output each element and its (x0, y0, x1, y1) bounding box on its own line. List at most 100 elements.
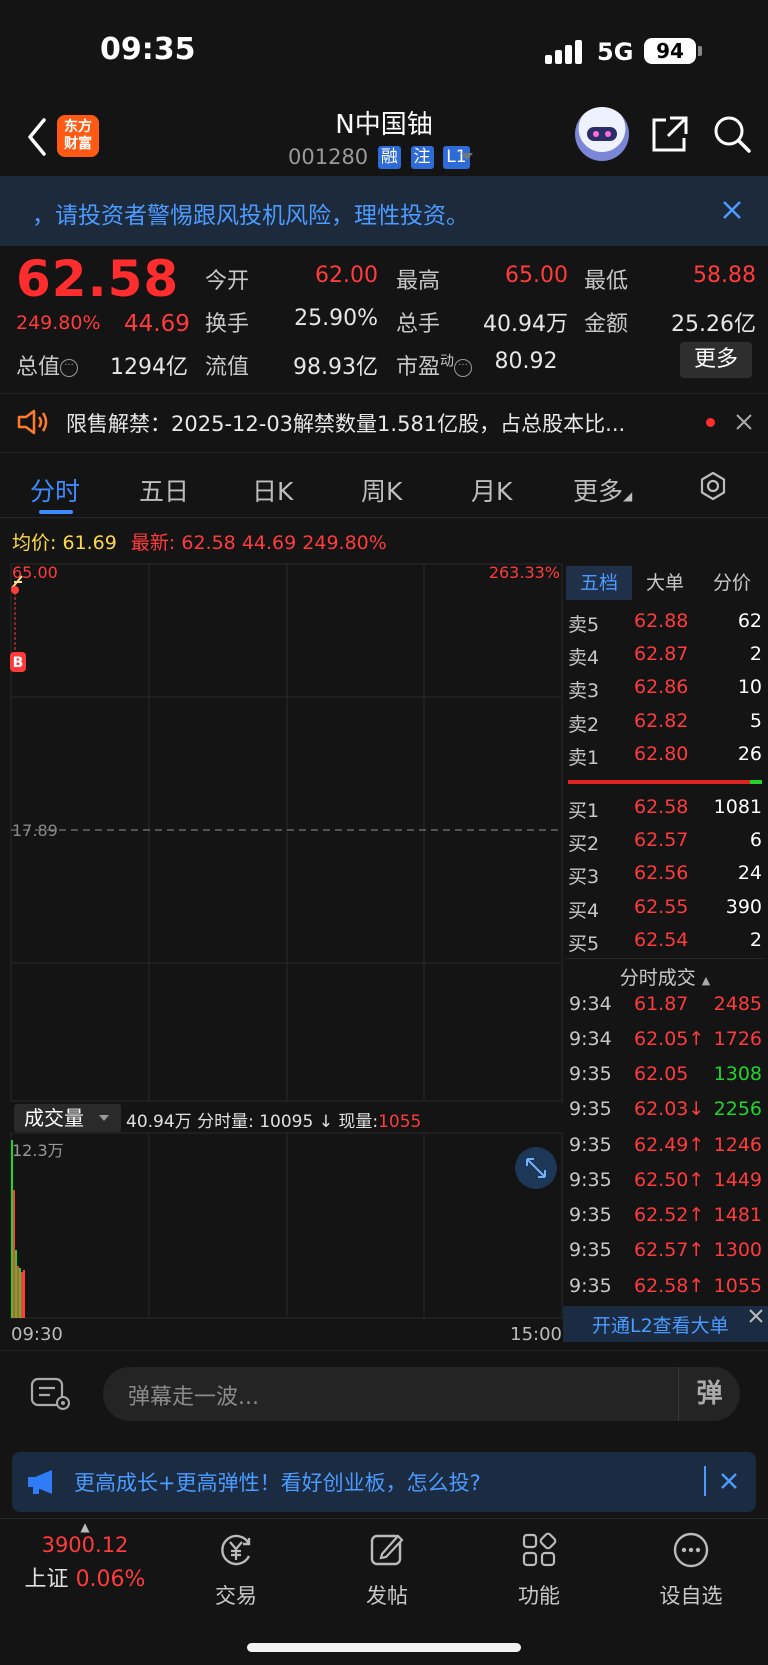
tick-row: 9:35 62.03↓ 2256 (569, 1098, 764, 1130)
more-circle-icon (673, 1532, 709, 1568)
current-volume-label: 现量: (338, 1112, 379, 1132)
avg-value: 61.69 (62, 532, 117, 554)
time-start-label: 09:30 (11, 1324, 63, 1345)
tab-price-distribution[interactable]: 分价 (698, 566, 766, 600)
intraday-info-line: 均价: 61.69 最新: 62.58 44.69 249.80% (12, 528, 387, 555)
tick-row: 9:35 62.58↑ 1055 (569, 1275, 764, 1307)
megaphone-icon (28, 1470, 52, 1494)
last-value: 62.58 (181, 532, 236, 554)
avg-label: 均价: (12, 532, 57, 554)
ask-row: 卖4 62.87 2 (568, 643, 764, 675)
stock-name[interactable]: N中国铀 (230, 104, 538, 141)
nav-trade[interactable]: 交易 (176, 1530, 296, 1610)
tick-row: 9:35 62.05 1308 (569, 1063, 764, 1095)
time-end-label: 15:00 (510, 1324, 562, 1345)
expand-icon (526, 1158, 546, 1178)
bid-label: 买4 (568, 900, 600, 922)
ask-volume: 62 (737, 610, 762, 632)
l2-upsell-link[interactable]: 开通L2查看大单 (592, 1311, 729, 1338)
mktcap-label[interactable]: 总值 ··· (16, 349, 79, 381)
tab-intraday[interactable]: 分时 (30, 472, 80, 508)
orderbook-tabs: 五档 大单 分价 (566, 566, 766, 600)
bid-price: 62.56 (634, 862, 689, 884)
caret-down-icon[interactable] (461, 153, 473, 160)
bid-volume: 390 (725, 896, 762, 918)
ask-volume: 2 (749, 643, 762, 665)
low-label: 最低 (584, 269, 629, 294)
tab-five-day[interactable]: 五日 (139, 472, 189, 508)
ask-row: 卖3 62.86 10 (568, 676, 764, 708)
current-volume: 1055 (378, 1112, 422, 1132)
ask-price: 62.82 (634, 710, 689, 732)
l2-close-button[interactable] (746, 1306, 766, 1326)
tab-weekly-k[interactable]: 周K (361, 472, 402, 508)
risk-warning-text: ，请投资者警惕跟风投机风险，理性投资。 (32, 203, 469, 229)
index-ticker[interactable]: ▲ 3900.12 上证 0.06% (10, 1521, 160, 1593)
tick-trades-title: 分时成交 (619, 967, 696, 989)
top-pct-label: 263.33% (489, 563, 560, 582)
notice-close-button[interactable] (732, 410, 756, 434)
search-button[interactable] (712, 114, 752, 154)
nav-functions-label: 功能 (518, 1584, 560, 1608)
registration-tag: 注 (410, 146, 434, 169)
danmu-send-button[interactable]: 弹 (678, 1367, 740, 1421)
bid-ask-ratio-bar-green (750, 780, 762, 784)
turnover-value: 25.90% (294, 306, 378, 331)
tick-row: 9:34 61.87 2485 (569, 993, 764, 1025)
ask-row: 卖2 62.82 5 (568, 710, 764, 742)
turnover-label: 换手 (205, 312, 250, 337)
nav-add-watchlist[interactable]: 设自选 (631, 1530, 751, 1610)
tick-volume: 2256 (713, 1098, 762, 1120)
unlock-notice-text[interactable]: 限售解禁：2025-12-03解禁数量1.581亿股，占总股本比... (66, 408, 625, 438)
mktcap-value: 1294亿 (110, 355, 188, 380)
tick-price: 62.03↓ (634, 1098, 705, 1120)
grid-icon (522, 1532, 557, 1567)
chart-settings-button[interactable] (697, 470, 729, 502)
stock-code-row[interactable]: 001280 融 注 L1 (288, 145, 470, 169)
bid-row: 买3 62.56 24 (568, 862, 764, 894)
ask-row: 卖1 62.80 26 (568, 743, 764, 775)
promo-close-button[interactable] (718, 1470, 740, 1492)
volume-bar (21, 1272, 23, 1318)
promo-text[interactable]: 更高成长+更高弹性！看好创业板，怎么投? (74, 1467, 481, 1497)
ask-label: 卖5 (568, 614, 600, 636)
index-name: 上证 (24, 1567, 69, 1592)
last-pct: 249.80% (302, 532, 387, 554)
back-button[interactable] (22, 112, 52, 162)
open-label: 今开 (205, 269, 250, 294)
ask-volume: 26 (737, 743, 762, 765)
risk-banner-close-button[interactable] (718, 196, 746, 224)
volume-bars (11, 1140, 25, 1318)
ask-label: 卖2 (568, 714, 600, 736)
pe-label[interactable]: 市盈动 ··· (396, 349, 473, 381)
tab-big-orders[interactable]: 大单 (632, 566, 698, 600)
more-quote-button[interactable]: 更多 (680, 342, 752, 378)
status-time: 09:35 (100, 32, 196, 67)
share-button[interactable] (650, 114, 690, 154)
pe-label-text: 市盈 (396, 355, 441, 380)
danmu-toggle-button[interactable] (30, 1375, 72, 1413)
triangle-up-icon: ▲ (80, 1520, 90, 1534)
low-value: 58.88 (693, 263, 756, 288)
tab-monthly-k[interactable]: 月K (471, 472, 512, 508)
unread-dot (706, 418, 715, 427)
bid-volume: 1081 (713, 796, 762, 818)
tab-daily-k[interactable]: 日K (252, 472, 293, 508)
bid-label: 买2 (568, 833, 600, 855)
chart-grid (10, 563, 563, 1319)
tick-trades-header[interactable]: 分时成交 ▲ (565, 958, 765, 990)
tick-volume: 2485 (713, 993, 762, 1015)
fullscreen-chart-button[interactable] (515, 1147, 557, 1189)
tick-row: 9:34 62.05↑ 1726 (569, 1028, 764, 1060)
ai-assistant-avatar[interactable] (575, 107, 629, 161)
intraday-chart[interactable]: 65.00 263.33% 17.89 B 12.3万 09:30 15:00 (0, 560, 563, 1350)
nav-post[interactable]: 发帖 (327, 1530, 447, 1610)
tick-row: 9:35 62.57↑ 1300 (569, 1239, 764, 1271)
nav-functions[interactable]: 功能 (479, 1530, 599, 1610)
tab-five-levels[interactable]: 五档 (566, 566, 632, 600)
tick-price: 62.50↑ (634, 1169, 705, 1191)
volume-indicator-dropdown[interactable]: 成交量 (14, 1104, 121, 1132)
volume-label: 总手 (396, 312, 441, 337)
logo-text-1: 东方 (64, 119, 92, 135)
tab-more[interactable]: 更多◢ (573, 472, 632, 508)
